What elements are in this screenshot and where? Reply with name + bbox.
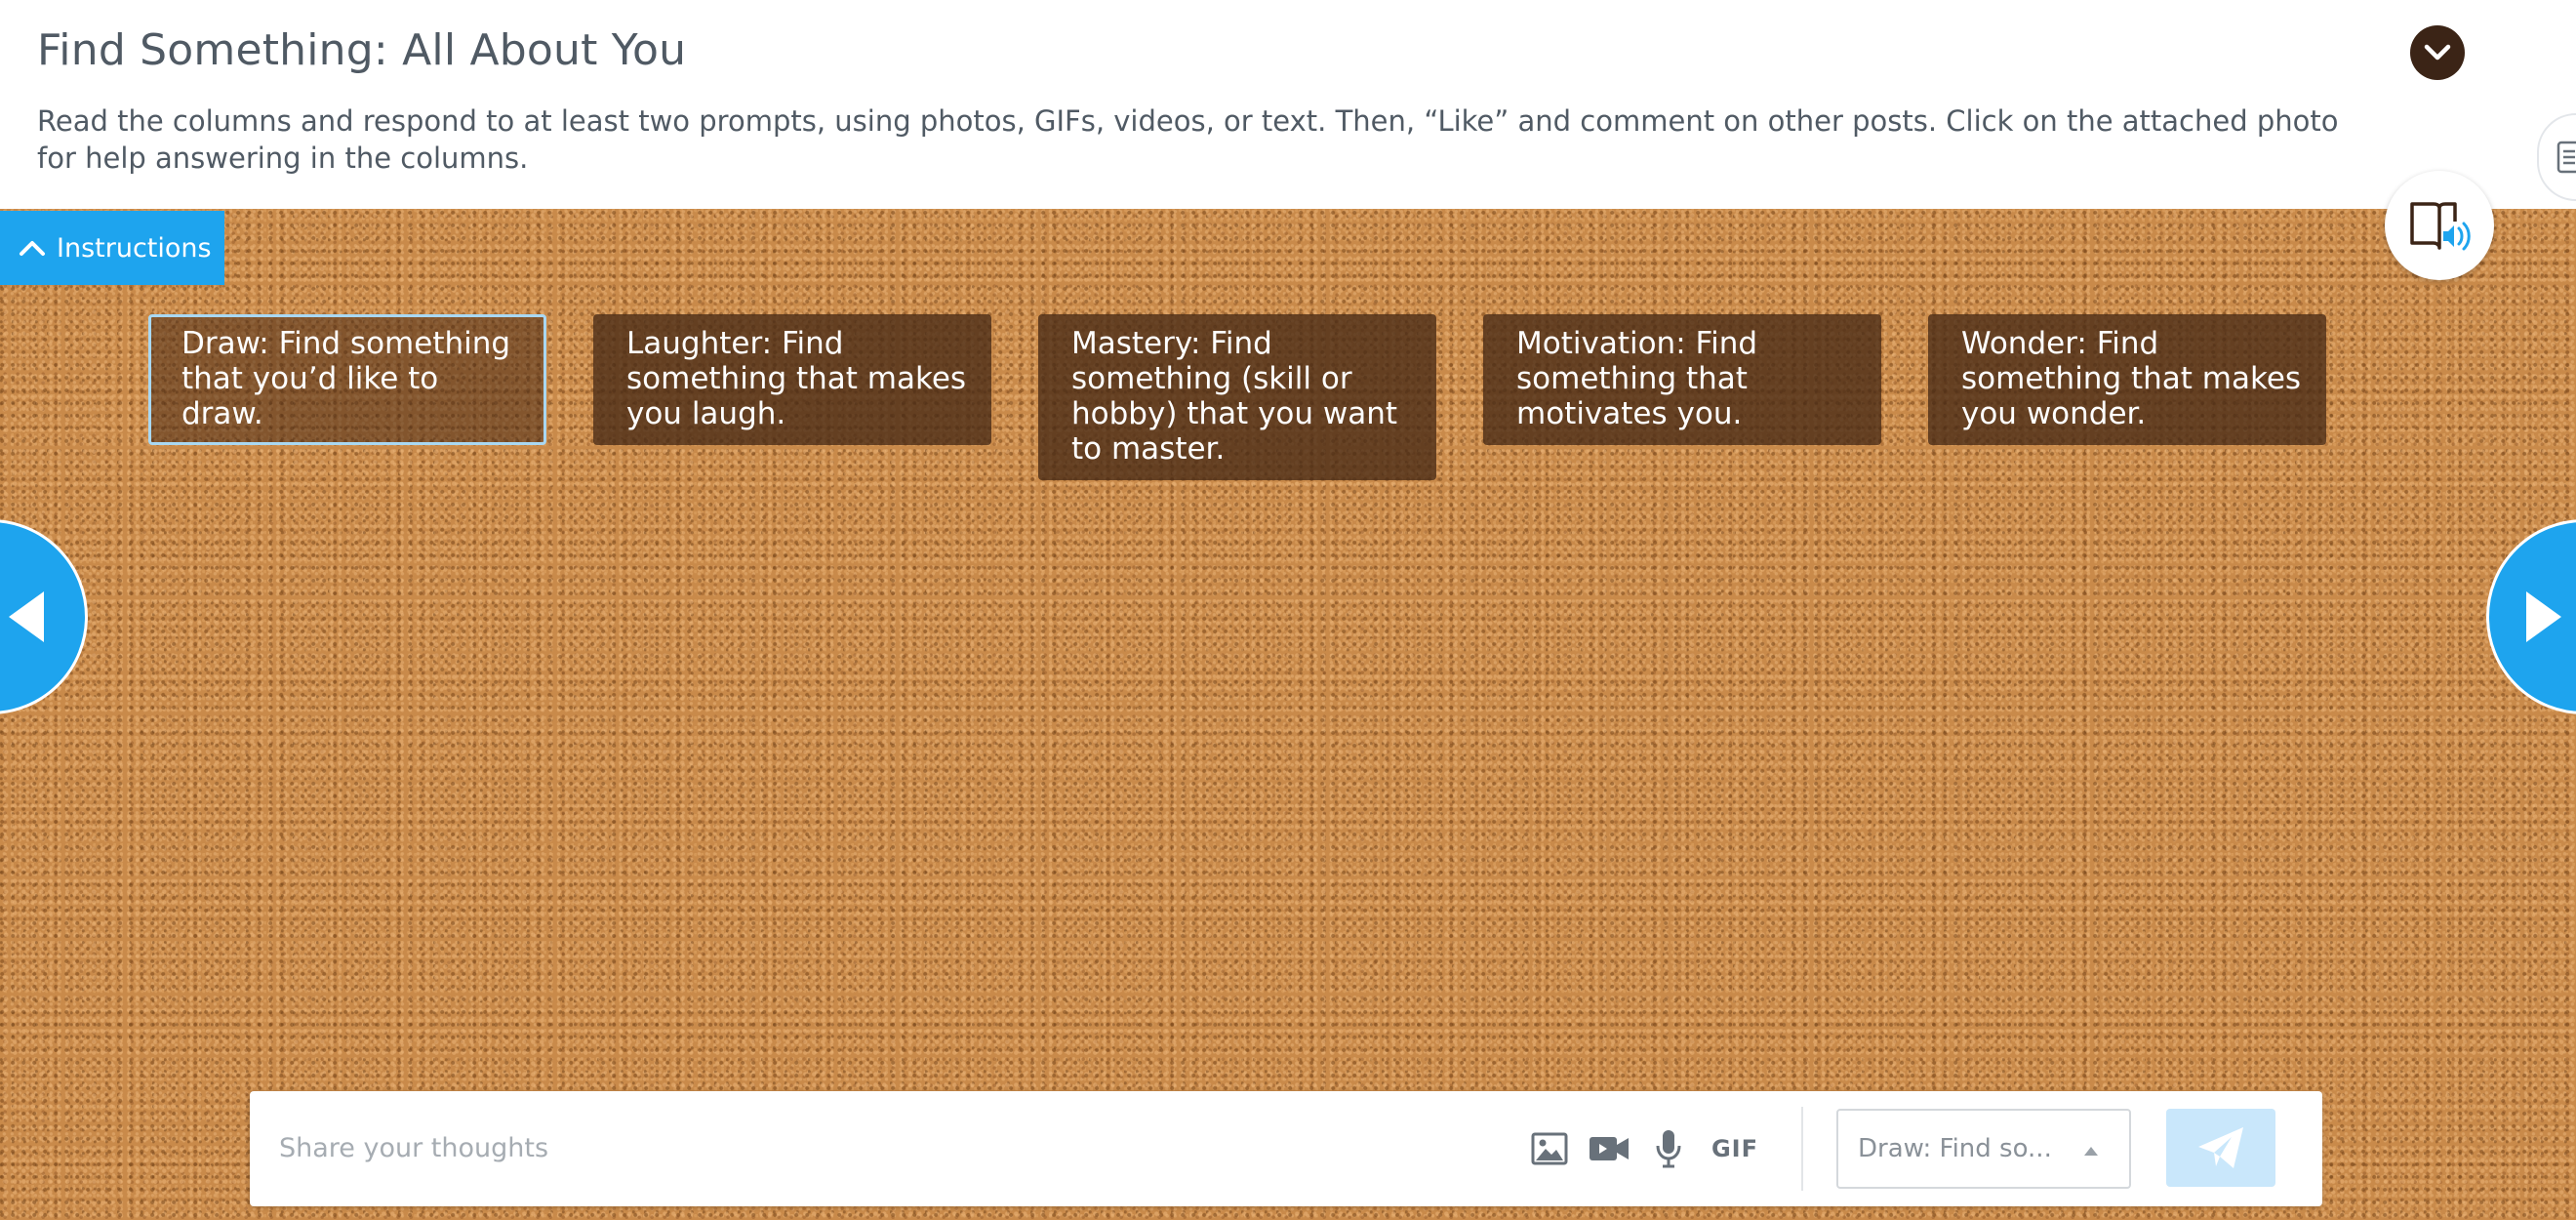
paper-plane-icon xyxy=(2198,1127,2243,1168)
prompt-text: Mastery: Find something (skill or hobby)… xyxy=(1071,326,1398,467)
prompt-column-laughter[interactable]: Laughter: Find something that makes you … xyxy=(593,314,991,445)
add-video-button[interactable] xyxy=(1587,1126,1631,1171)
collapse-header-button[interactable] xyxy=(2410,25,2465,80)
add-photo-button[interactable] xyxy=(1528,1126,1571,1171)
video-camera-icon xyxy=(1590,1137,1629,1160)
prompt-text: Motivation: Find something that motivate… xyxy=(1516,326,1758,431)
prompt-text: Wonder: Find something that makes you wo… xyxy=(1961,326,2302,431)
image-icon xyxy=(1531,1132,1568,1165)
arrow-right-icon xyxy=(2526,591,2561,642)
column-select-value: Draw: Find so... xyxy=(1858,1134,2052,1163)
prompt-column-motivation[interactable]: Motivation: Find something that motivate… xyxy=(1483,314,1881,445)
read-aloud-button[interactable] xyxy=(2385,171,2494,280)
column-select[interactable]: Draw: Find so... xyxy=(1836,1109,2131,1189)
arrow-left-icon xyxy=(9,591,44,642)
share-thoughts-input[interactable] xyxy=(279,1120,1450,1175)
prompt-text: Laughter: Find something that makes you … xyxy=(626,326,967,431)
prompt-column-draw[interactable]: Draw: Find something that you’d like to … xyxy=(148,314,546,445)
chevron-down-icon xyxy=(2424,44,2451,61)
add-audio-button[interactable] xyxy=(1651,1126,1686,1171)
document-icon xyxy=(2556,141,2576,174)
microphone-icon xyxy=(1656,1130,1681,1168)
read-aloud-icon xyxy=(2410,202,2471,251)
instructions-toggle[interactable]: Instructions xyxy=(0,211,224,285)
chevron-up-icon xyxy=(20,241,45,256)
instructions-label: Instructions xyxy=(57,232,212,264)
assignment-header: Find Something: All About You Read the c… xyxy=(0,0,2576,209)
add-gif-button[interactable]: GIF xyxy=(1708,1126,1762,1171)
gif-label: GIF xyxy=(1711,1135,1759,1162)
assignment-description: Read the columns and respond to at least… xyxy=(37,104,2339,175)
send-post-button[interactable] xyxy=(2166,1109,2275,1187)
post-composer: GIF Draw: Find so... xyxy=(250,1091,2322,1206)
prompt-column-wonder[interactable]: Wonder: Find something that makes you wo… xyxy=(1928,314,2326,445)
prompt-column-mastery[interactable]: Mastery: Find something (skill or hobby)… xyxy=(1038,314,1436,480)
composer-divider xyxy=(1801,1107,1803,1191)
side-panel-button[interactable] xyxy=(2537,113,2576,201)
prompt-text: Draw: Find something that you’d like to … xyxy=(181,326,511,431)
page-title: Find Something: All About You xyxy=(37,25,687,75)
caret-up-icon xyxy=(2084,1147,2098,1156)
